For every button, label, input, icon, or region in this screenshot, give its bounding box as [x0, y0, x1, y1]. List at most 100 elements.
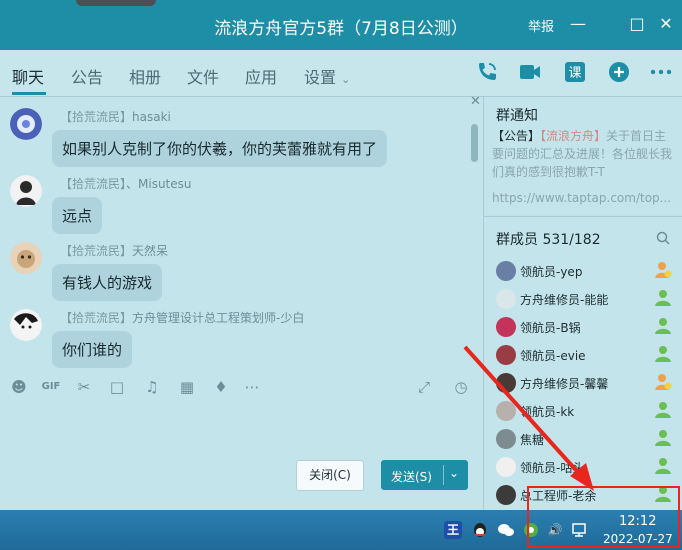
- member-badge: 【拾荒流民】: [60, 177, 127, 191]
- sender-line: 【拾荒流民】天然呆: [60, 242, 168, 259]
- message-list[interactable]: ✕ 【拾荒流民】hasaki 如果别人克制了你的伏羲，你的芙蕾雅就有用了 【拾荒…: [0, 97, 483, 369]
- music-icon[interactable]: ♫: [142, 377, 162, 397]
- member-name: 领航员-咕头: [520, 461, 585, 475]
- sender-line: 【拾荒流民】方舟管理设计总工程策划师-少白: [60, 309, 304, 326]
- sender-name[interactable]: 方舟管理设计总工程策划师-少白: [132, 311, 304, 325]
- member-item[interactable]: 领航员-evie: [496, 343, 682, 369]
- member-icon: [655, 402, 671, 418]
- avatar: [496, 401, 516, 421]
- svg-text:课: 课: [568, 66, 581, 81]
- gif-icon[interactable]: GIF: [40, 377, 62, 397]
- emoji-icon[interactable]: ☻: [9, 377, 29, 397]
- more-tools-icon[interactable]: ⋯: [242, 377, 262, 397]
- member-item[interactable]: 方舟维修员-能能: [496, 287, 682, 313]
- avatar: [496, 289, 516, 309]
- member-item[interactable]: 领航员-yep: [496, 259, 682, 285]
- scissors-icon[interactable]: ✂: [74, 377, 94, 397]
- maximize-icon[interactable]: □: [626, 13, 648, 35]
- tab-announcement[interactable]: 公告: [71, 64, 103, 88]
- member-item[interactable]: 方舟维修员-馨馨: [496, 371, 682, 397]
- notice-tag: 【公告】: [492, 129, 541, 143]
- video-icon[interactable]: [518, 60, 542, 84]
- history-clock-icon[interactable]: ◷: [451, 377, 471, 397]
- close-panel-icon[interactable]: ✕: [470, 97, 481, 109]
- more-icon[interactable]: [649, 60, 673, 84]
- phone-icon[interactable]: [475, 60, 499, 84]
- report-link[interactable]: 举报: [528, 16, 554, 35]
- member-item[interactable]: 焦糖: [496, 427, 682, 453]
- message-bubble[interactable]: 远点: [52, 197, 103, 234]
- scrollbar[interactable]: [471, 124, 478, 162]
- member-icon: [655, 346, 671, 362]
- message-bubble[interactable]: 有钱人的游戏: [52, 264, 163, 301]
- active-tab-indicator: [12, 92, 46, 95]
- member-name: 领航员-yep: [520, 265, 583, 279]
- expand-icon[interactable]: ⤢: [414, 377, 434, 397]
- sender-line: 【拾荒流民】hasaki: [60, 108, 171, 125]
- notice-link[interactable]: https://www.taptap.com/top...: [492, 191, 671, 205]
- member-icon: [655, 318, 671, 334]
- close-button[interactable]: 关闭(C): [296, 460, 364, 491]
- sender-name[interactable]: 天然呆: [132, 244, 168, 258]
- member-name: 领航员-B锅: [520, 321, 581, 335]
- annotation-highlight-box: [527, 486, 680, 548]
- tab-files[interactable]: 文件: [187, 64, 219, 88]
- tab-settings[interactable]: 设置 ⌄: [304, 64, 350, 88]
- title-bar[interactable]: 流浪方舟官方5群（7月8日公测） 举报 — □ ✕: [0, 0, 682, 50]
- member-name: 方舟维修员-馨馨: [520, 377, 609, 391]
- add-icon[interactable]: [607, 60, 631, 84]
- member-item[interactable]: 领航员-B锅: [496, 315, 682, 341]
- app-tray-icon[interactable]: 王: [444, 521, 462, 539]
- chevron-down-icon: ⌄: [341, 73, 351, 86]
- member-icon: [655, 430, 671, 446]
- qq-icon[interactable]: [471, 521, 489, 539]
- member-item[interactable]: 领航员-kk: [496, 399, 682, 425]
- wechat-icon[interactable]: [497, 521, 515, 539]
- member-name: 领航员-evie: [520, 349, 586, 363]
- message-bubble[interactable]: 你们谁的: [52, 331, 133, 368]
- input-toolbar: ☻ GIF ✂ □ ♫ ▦ ♦ ⋯ ⤢ ◷: [0, 369, 483, 405]
- avatar: [496, 373, 516, 393]
- owner-icon: [655, 374, 672, 390]
- member-icon: [655, 290, 671, 306]
- tab-bar: 聊天 公告 相册 文件 应用 设置 ⌄ 课: [0, 50, 682, 97]
- avatar: [496, 429, 516, 449]
- avatar[interactable]: [10, 108, 42, 140]
- chat-window: 流浪方舟官方5群（7月8日公测） 举报 — □ ✕ 聊天 公告 相册 文件 应用…: [0, 0, 682, 510]
- image-icon[interactable]: ▦: [177, 377, 197, 397]
- tab-settings-label: 设置: [304, 68, 337, 87]
- search-icon[interactable]: [656, 231, 670, 245]
- group-notice[interactable]: 群通知 【公告】【流浪方舟】关于首日主要问题的汇总及进展！各位舰长我们真的感到很…: [484, 97, 682, 215]
- folder-icon[interactable]: □: [107, 377, 127, 397]
- member-badge: 【拾荒流民】: [60, 244, 133, 258]
- send-button-label: 发送(S): [391, 470, 432, 484]
- tab-chat[interactable]: 聊天: [12, 64, 44, 88]
- owner-icon: [655, 262, 672, 278]
- avatar: [496, 261, 516, 281]
- avatar[interactable]: [10, 242, 42, 274]
- member-item[interactable]: 领航员-咕头: [496, 455, 682, 481]
- minimize-icon[interactable]: —: [567, 13, 589, 35]
- message-bubble[interactable]: 如果别人克制了你的伏羲，你的芙蕾雅就有用了: [52, 130, 388, 167]
- close-icon[interactable]: ✕: [655, 13, 677, 35]
- chevron-down-icon[interactable]: ⌄: [449, 466, 459, 480]
- tab-apps[interactable]: 应用: [245, 64, 277, 88]
- member-name: 方舟维修员-能能: [520, 293, 609, 307]
- avatar[interactable]: [10, 309, 42, 341]
- sender-name[interactable]: hasaki: [132, 110, 171, 124]
- bell-icon[interactable]: ♦: [211, 377, 231, 397]
- class-icon[interactable]: 课: [563, 60, 587, 84]
- notice-author: 【流浪方舟】: [540, 129, 607, 143]
- notice-body: 【公告】【流浪方舟】关于首日主要问题的汇总及进展！各位舰长我们真的感到很抱歉T-…: [492, 127, 672, 181]
- tab-album[interactable]: 相册: [129, 64, 161, 88]
- send-button[interactable]: 发送(S) ⌄: [381, 460, 468, 490]
- sender-name[interactable]: 、Misutesu: [126, 177, 192, 191]
- avatar[interactable]: [10, 175, 42, 207]
- message-input-area[interactable]: 关闭(C) 发送(S) ⌄: [0, 405, 483, 510]
- member-icon: [655, 458, 671, 474]
- member-badge: 【拾荒流民】: [60, 311, 133, 325]
- member-name: 领航员-kk: [520, 405, 575, 419]
- send-divider: [443, 465, 444, 485]
- member-badge: 【拾荒流民】: [60, 110, 133, 124]
- member-panel: 群成员 531/182 领航员-yep 方舟维修员-能能 领航员-B锅 领航员-…: [484, 216, 682, 510]
